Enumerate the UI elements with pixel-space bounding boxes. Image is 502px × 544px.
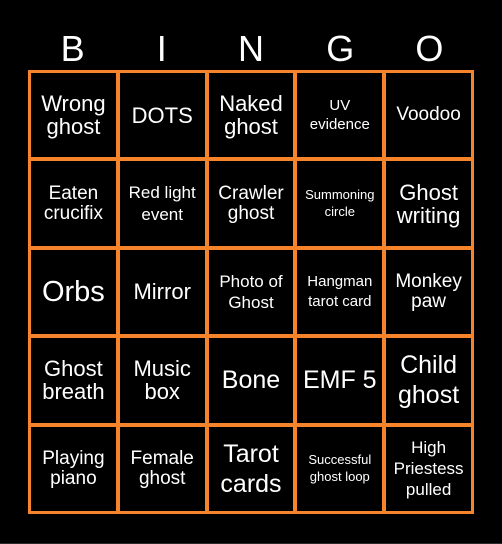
bingo-cell[interactable]: Ghost breath <box>31 338 116 423</box>
bingo-cell[interactable]: Summoning circle <box>297 161 383 246</box>
bingo-cell[interactable]: Photo of Ghost <box>208 249 294 335</box>
bingo-cell[interactable]: EMF 5 <box>297 338 383 423</box>
header-letter-b: B <box>60 28 85 69</box>
header-letter-g: G <box>326 28 355 69</box>
bingo-cell[interactable]: Bone <box>208 338 294 423</box>
bingo-cell[interactable]: Mirror <box>119 249 205 335</box>
bingo-cell[interactable]: Playing piano <box>31 426 116 511</box>
bingo-cell[interactable]: Female ghost <box>119 426 205 511</box>
bingo-cell[interactable]: UV evidence <box>297 73 383 158</box>
bingo-cell[interactable]: Voodoo <box>386 73 471 158</box>
header-letter-i: I <box>156 28 167 69</box>
bingo-cell[interactable]: Tarot cards <box>208 426 294 511</box>
bingo-cell[interactable]: Monkey paw <box>386 249 471 335</box>
header-letter-o: O <box>415 28 444 69</box>
bingo-cell[interactable]: Ghost writing <box>386 161 471 246</box>
bingo-board: Wrong ghost DOTS Naked ghost UV evidence… <box>28 70 474 514</box>
bingo-cell[interactable]: Hangman tarot card <box>297 249 383 335</box>
bingo-cell[interactable]: Wrong ghost <box>31 73 116 158</box>
bingo-cell[interactable]: High Priestess pulled <box>386 426 471 511</box>
bingo-cell[interactable]: Eaten crucifix <box>31 161 116 246</box>
bingo-cell[interactable]: Child ghost <box>386 338 471 423</box>
header-letter-n: N <box>237 28 264 69</box>
bingo-cell[interactable]: DOTS <box>119 73 205 158</box>
bingo-header: B I N G O <box>28 28 474 70</box>
bingo-cell[interactable]: Orbs <box>31 249 116 335</box>
bingo-cell[interactable]: Successful ghost loop <box>297 426 383 511</box>
bingo-cell[interactable]: Crawler ghost <box>208 161 294 246</box>
bingo-cell[interactable]: Red light event <box>119 161 205 246</box>
bingo-cell[interactable]: Naked ghost <box>208 73 294 158</box>
bingo-cell[interactable]: Music box <box>119 338 205 423</box>
